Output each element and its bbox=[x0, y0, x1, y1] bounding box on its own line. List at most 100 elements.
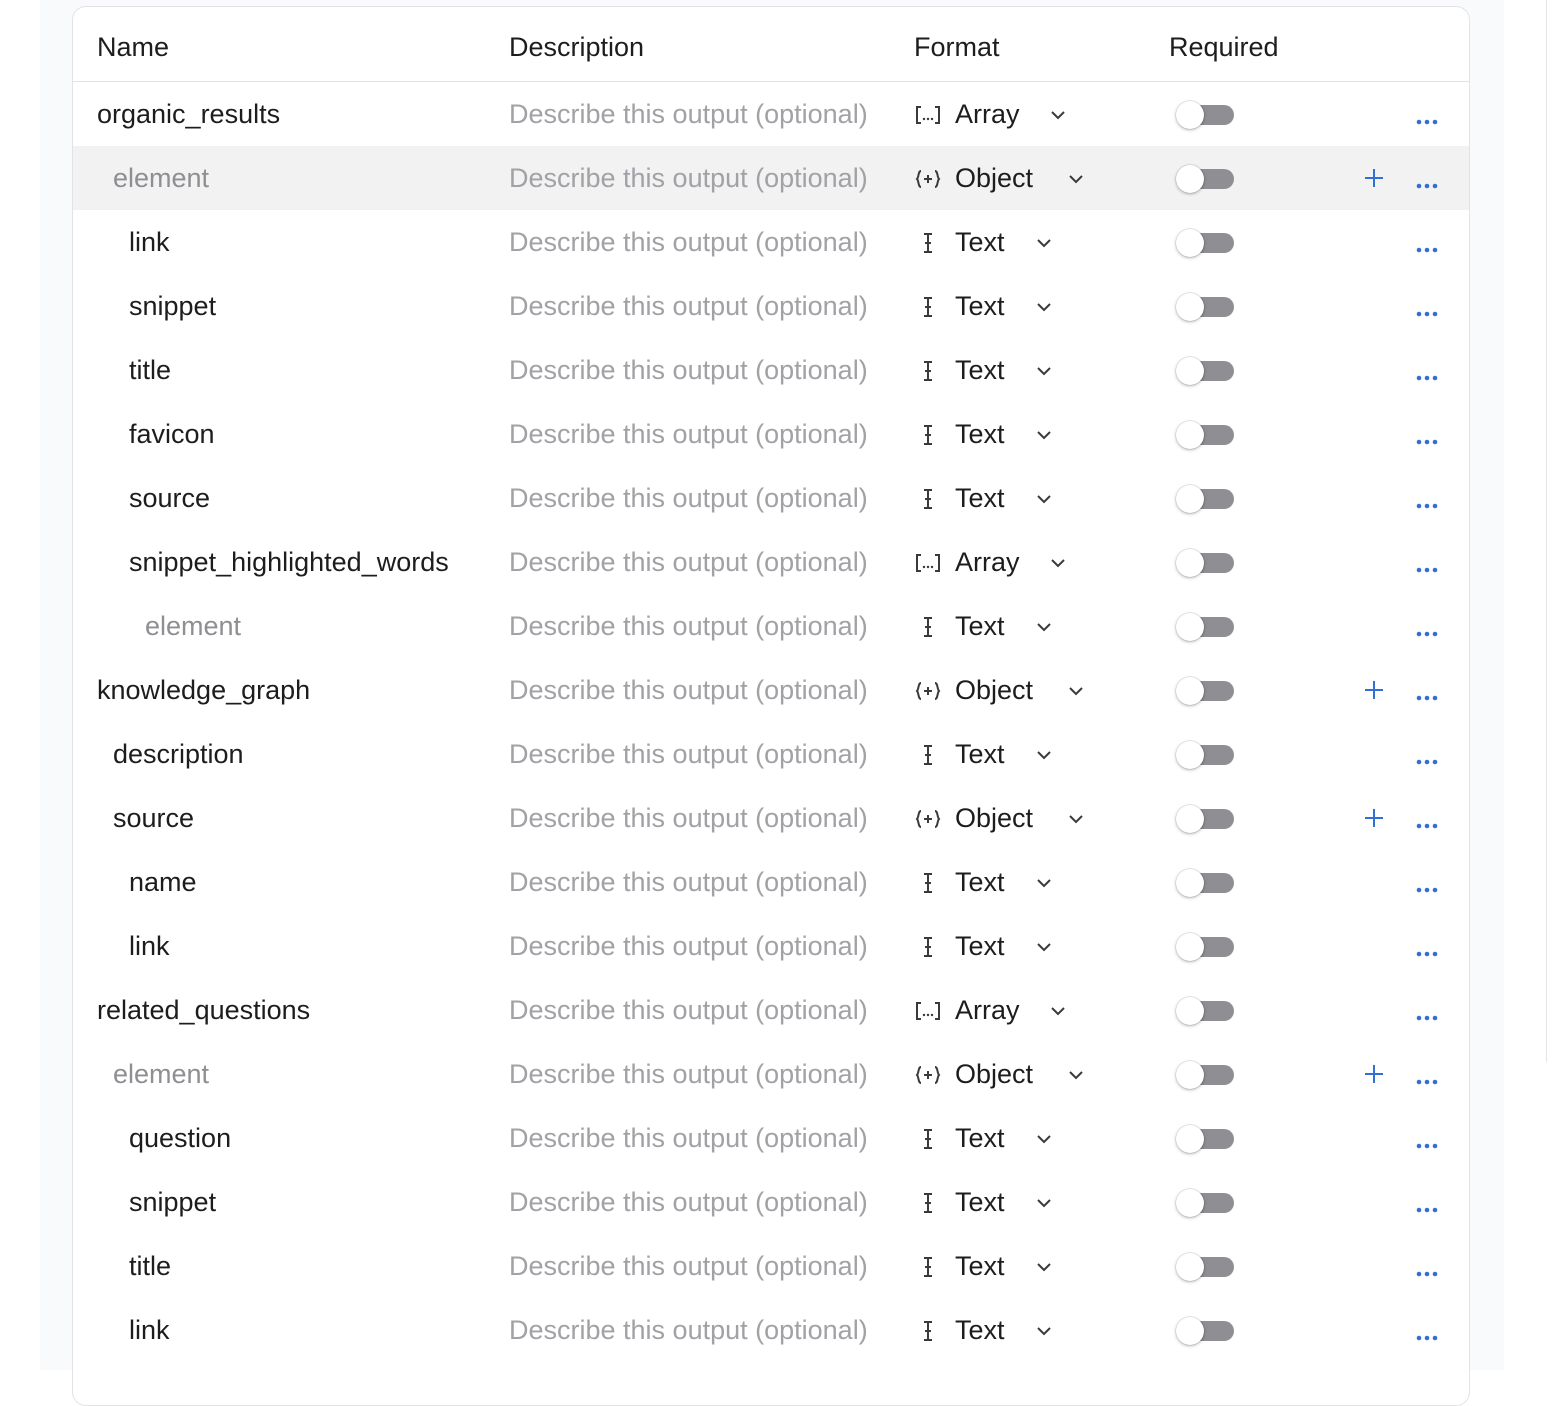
description-input[interactable]: Describe this output (optional) bbox=[509, 354, 868, 386]
required-toggle[interactable] bbox=[1176, 421, 1234, 449]
more-options-icon[interactable] bbox=[1416, 240, 1438, 253]
more-options-icon[interactable] bbox=[1416, 1072, 1438, 1085]
required-toggle[interactable] bbox=[1176, 1253, 1234, 1281]
more-options-icon[interactable] bbox=[1416, 112, 1438, 125]
row-name[interactable]: knowledge_graph bbox=[97, 674, 310, 706]
chevron-down-icon[interactable] bbox=[1036, 236, 1052, 248]
chevron-down-icon[interactable] bbox=[1036, 428, 1052, 440]
more-options-icon[interactable] bbox=[1416, 816, 1438, 829]
required-toggle[interactable] bbox=[1176, 485, 1234, 513]
chevron-down-icon[interactable] bbox=[1036, 1324, 1052, 1336]
format-select[interactable]: Text bbox=[955, 290, 1005, 322]
required-toggle[interactable] bbox=[1176, 613, 1234, 641]
chevron-down-icon[interactable] bbox=[1050, 1004, 1066, 1016]
description-input[interactable]: Describe this output (optional) bbox=[509, 994, 868, 1026]
description-input[interactable]: Describe this output (optional) bbox=[509, 226, 868, 258]
more-options-icon[interactable] bbox=[1416, 624, 1438, 637]
row-name[interactable]: name bbox=[129, 866, 197, 898]
row-name[interactable]: description bbox=[113, 738, 244, 770]
required-toggle[interactable] bbox=[1176, 165, 1234, 193]
chevron-down-icon[interactable] bbox=[1036, 940, 1052, 952]
required-toggle[interactable] bbox=[1176, 357, 1234, 385]
chevron-down-icon[interactable] bbox=[1036, 748, 1052, 760]
required-toggle[interactable] bbox=[1176, 293, 1234, 321]
row-name[interactable]: link bbox=[129, 1314, 170, 1346]
row-name[interactable]: source bbox=[113, 802, 194, 834]
required-toggle[interactable] bbox=[1176, 1317, 1234, 1345]
description-input[interactable]: Describe this output (optional) bbox=[509, 930, 868, 962]
add-field-icon[interactable] bbox=[1363, 679, 1385, 701]
required-toggle[interactable] bbox=[1176, 1061, 1234, 1089]
chevron-down-icon[interactable] bbox=[1036, 1260, 1052, 1272]
add-field-icon[interactable] bbox=[1363, 167, 1385, 189]
more-options-icon[interactable] bbox=[1416, 432, 1438, 445]
chevron-down-icon[interactable] bbox=[1036, 300, 1052, 312]
description-input[interactable]: Describe this output (optional) bbox=[509, 1058, 868, 1090]
format-select[interactable]: Text bbox=[955, 1186, 1005, 1218]
description-input[interactable]: Describe this output (optional) bbox=[509, 98, 868, 130]
more-options-icon[interactable] bbox=[1416, 1136, 1438, 1149]
description-input[interactable]: Describe this output (optional) bbox=[509, 1186, 868, 1218]
row-name[interactable]: link bbox=[129, 930, 170, 962]
description-input[interactable]: Describe this output (optional) bbox=[509, 546, 868, 578]
required-toggle[interactable] bbox=[1176, 229, 1234, 257]
more-options-icon[interactable] bbox=[1416, 304, 1438, 317]
description-input[interactable]: Describe this output (optional) bbox=[509, 802, 868, 834]
format-select[interactable]: Text bbox=[955, 418, 1005, 450]
description-input[interactable]: Describe this output (optional) bbox=[509, 674, 868, 706]
chevron-down-icon[interactable] bbox=[1036, 1132, 1052, 1144]
format-select[interactable]: Text bbox=[955, 738, 1005, 770]
format-select[interactable]: Text bbox=[955, 1314, 1005, 1346]
more-options-icon[interactable] bbox=[1416, 752, 1438, 765]
description-input[interactable]: Describe this output (optional) bbox=[509, 290, 868, 322]
more-options-icon[interactable] bbox=[1416, 496, 1438, 509]
description-input[interactable]: Describe this output (optional) bbox=[509, 1250, 868, 1282]
row-name[interactable]: snippet_highlighted_words bbox=[129, 546, 449, 578]
description-input[interactable]: Describe this output (optional) bbox=[509, 1122, 868, 1154]
required-toggle[interactable] bbox=[1176, 101, 1234, 129]
required-toggle[interactable] bbox=[1176, 869, 1234, 897]
description-input[interactable]: Describe this output (optional) bbox=[509, 162, 868, 194]
row-name[interactable]: organic_results bbox=[97, 98, 280, 130]
required-toggle[interactable] bbox=[1176, 677, 1234, 705]
format-select[interactable]: Object bbox=[955, 1058, 1033, 1090]
description-input[interactable]: Describe this output (optional) bbox=[509, 482, 868, 514]
format-select[interactable]: Array bbox=[955, 546, 1020, 578]
chevron-down-icon[interactable] bbox=[1036, 620, 1052, 632]
row-name[interactable]: snippet bbox=[129, 1186, 216, 1218]
more-options-icon[interactable] bbox=[1416, 1008, 1438, 1021]
format-select[interactable]: Object bbox=[955, 162, 1033, 194]
description-input[interactable]: Describe this output (optional) bbox=[509, 738, 868, 770]
more-options-icon[interactable] bbox=[1416, 688, 1438, 701]
row-name[interactable]: title bbox=[129, 1250, 171, 1282]
more-options-icon[interactable] bbox=[1416, 880, 1438, 893]
row-name[interactable]: favicon bbox=[129, 418, 215, 450]
format-select[interactable]: Object bbox=[955, 802, 1033, 834]
chevron-down-icon[interactable] bbox=[1068, 684, 1084, 696]
format-select[interactable]: Text bbox=[955, 354, 1005, 386]
description-input[interactable]: Describe this output (optional) bbox=[509, 610, 868, 642]
row-name[interactable]: source bbox=[129, 482, 210, 514]
format-select[interactable]: Text bbox=[955, 930, 1005, 962]
chevron-down-icon[interactable] bbox=[1036, 876, 1052, 888]
chevron-down-icon[interactable] bbox=[1050, 556, 1066, 568]
format-select[interactable]: Object bbox=[955, 674, 1033, 706]
more-options-icon[interactable] bbox=[1416, 560, 1438, 573]
required-toggle[interactable] bbox=[1176, 549, 1234, 577]
chevron-down-icon[interactable] bbox=[1050, 108, 1066, 120]
more-options-icon[interactable] bbox=[1416, 1328, 1438, 1341]
required-toggle[interactable] bbox=[1176, 933, 1234, 961]
format-select[interactable]: Array bbox=[955, 994, 1020, 1026]
description-input[interactable]: Describe this output (optional) bbox=[509, 866, 868, 898]
row-name[interactable]: snippet bbox=[129, 290, 216, 322]
more-options-icon[interactable] bbox=[1416, 368, 1438, 381]
format-select[interactable]: Text bbox=[955, 1122, 1005, 1154]
chevron-down-icon[interactable] bbox=[1036, 364, 1052, 376]
required-toggle[interactable] bbox=[1176, 741, 1234, 769]
required-toggle[interactable] bbox=[1176, 997, 1234, 1025]
chevron-down-icon[interactable] bbox=[1068, 1068, 1084, 1080]
chevron-down-icon[interactable] bbox=[1036, 492, 1052, 504]
format-select[interactable]: Text bbox=[955, 1250, 1005, 1282]
more-options-icon[interactable] bbox=[1416, 176, 1438, 189]
more-options-icon[interactable] bbox=[1416, 944, 1438, 957]
